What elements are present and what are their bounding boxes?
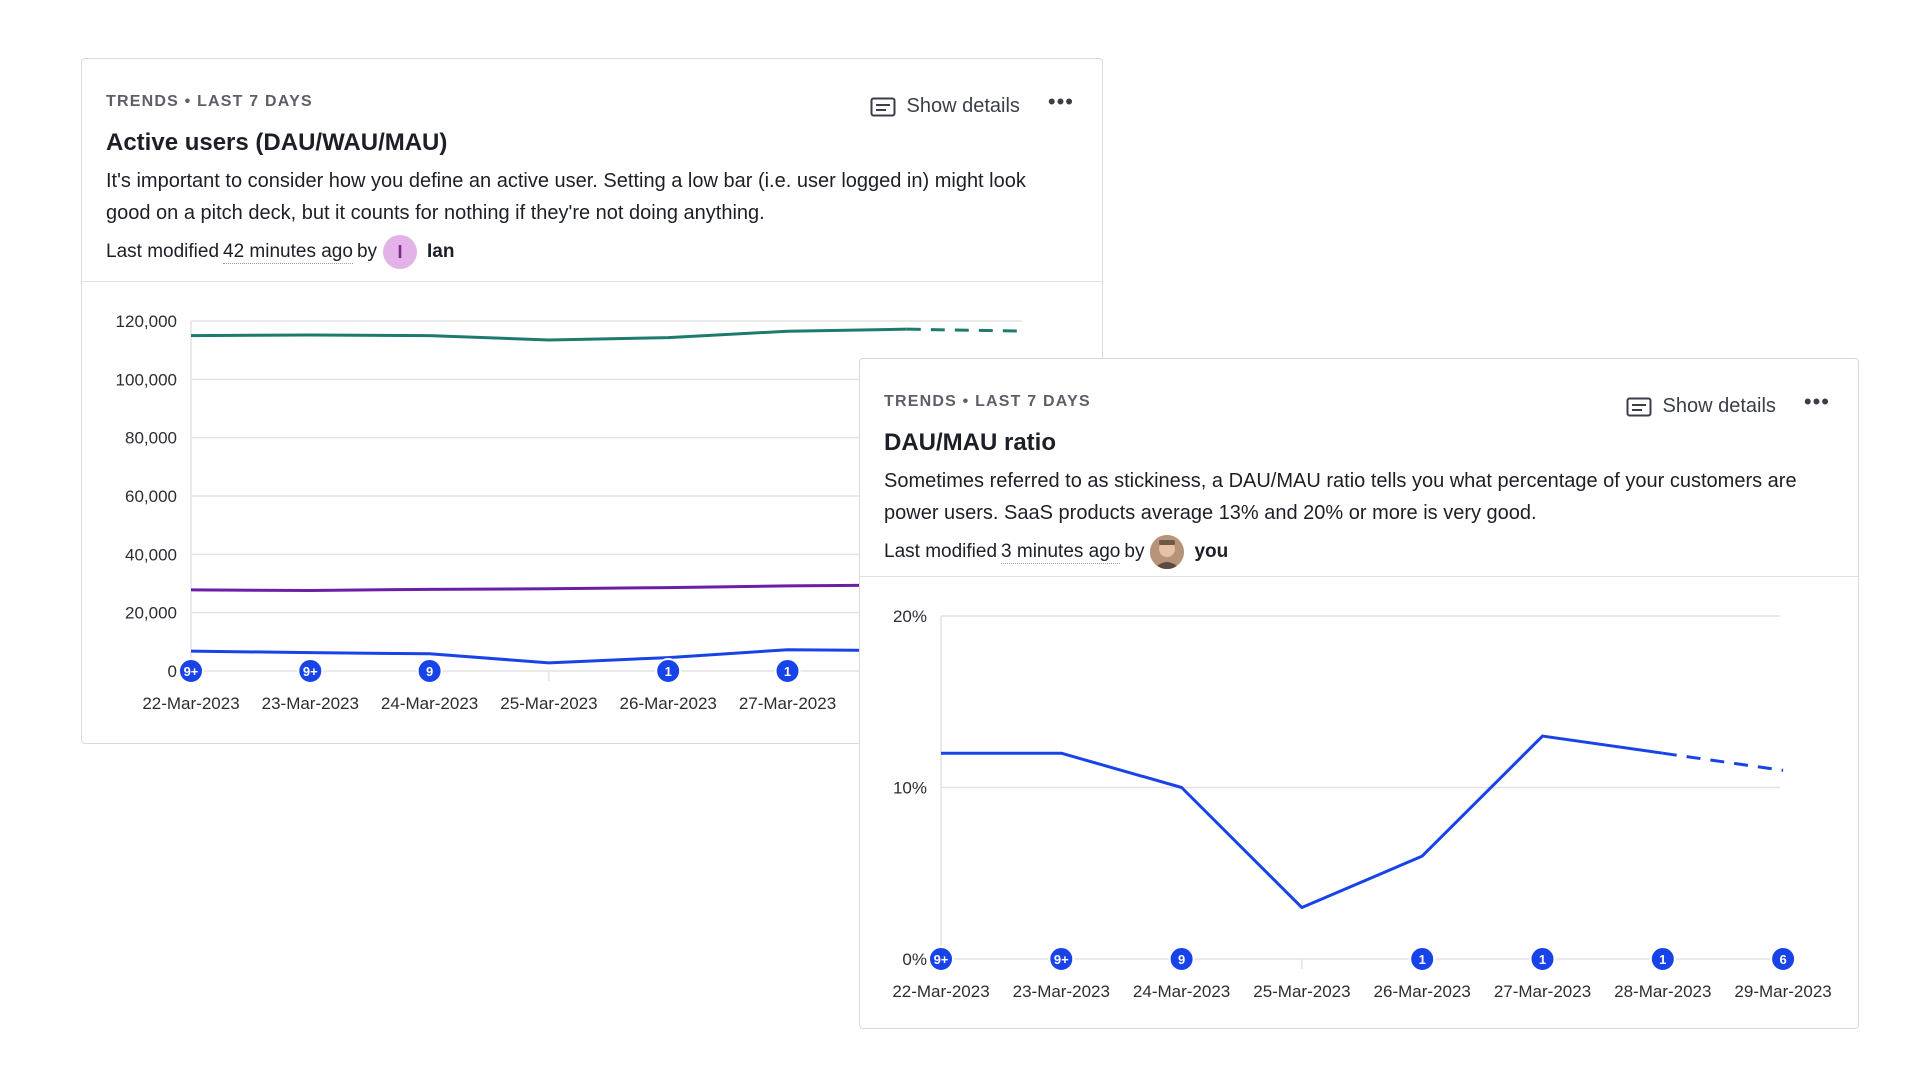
- x-tick-label: 29-Mar-2023: [1734, 982, 1831, 1001]
- insight-card-dau-mau-ratio: TRENDS • LAST 7 DAYS DAU/MAU ratio Somet…: [859, 358, 1859, 1029]
- annotation-count: 9+: [184, 664, 199, 679]
- x-tick-label: 27-Mar-2023: [1494, 982, 1591, 1001]
- x-tick-label: 23-Mar-2023: [1013, 982, 1110, 1001]
- y-tick-label: 60,000: [125, 487, 177, 506]
- y-tick-label: 10%: [893, 779, 927, 798]
- y-tick-label: 80,000: [125, 429, 177, 448]
- annotation-count: 6: [1779, 952, 1786, 967]
- x-tick-label: 26-Mar-2023: [1374, 982, 1471, 1001]
- x-tick-label: 28-Mar-2023: [1614, 982, 1711, 1001]
- x-tick-label: 22-Mar-2023: [892, 982, 989, 1001]
- x-tick-label: 23-Mar-2023: [262, 694, 359, 713]
- dau-mau-ratio-chart: 0% 10% 20% 22-Mar-2023 23-Mar-2023 24-Mar-202…: [892, 607, 1831, 1001]
- y-tick-label: 120,000: [116, 312, 177, 331]
- x-tick-label: 27-Mar-2023: [739, 694, 836, 713]
- annotation-count: 9+: [303, 664, 318, 679]
- y-tick-label: 0%: [902, 950, 927, 969]
- x-tick-label: 25-Mar-2023: [1253, 982, 1350, 1001]
- annotation-count: 1: [665, 664, 672, 679]
- annotation-count: 9+: [1054, 952, 1069, 967]
- x-tick-label: 26-Mar-2023: [620, 694, 717, 713]
- annotation-count: 9: [1178, 952, 1185, 967]
- y-tick-label: 100,000: [116, 370, 177, 389]
- series-line: [941, 734, 1664, 910]
- x-tick-label: 25-Mar-2023: [500, 694, 597, 713]
- annotation-count: 1: [1539, 952, 1546, 967]
- series-line-incomplete: [906, 327, 1027, 333]
- series-line: [190, 648, 907, 665]
- series-line-incomplete: [1662, 751, 1784, 772]
- series-line: [190, 327, 907, 342]
- y-tick-label: 20,000: [125, 604, 177, 623]
- annotation-count: 1: [784, 664, 791, 679]
- annotation-count: 9+: [934, 952, 949, 967]
- y-tick-label: 0: [168, 662, 177, 681]
- y-tick-label: 40,000: [125, 545, 177, 564]
- x-tick-label: 24-Mar-2023: [1133, 982, 1230, 1001]
- annotation-count: 1: [1419, 952, 1426, 967]
- series-line: [190, 583, 907, 592]
- x-tick-label: 22-Mar-2023: [142, 694, 239, 713]
- x-tick-label: 24-Mar-2023: [381, 694, 478, 713]
- annotation-count: 9: [426, 664, 433, 679]
- y-tick-label: 20%: [893, 607, 927, 626]
- annotation-count: 1: [1659, 952, 1666, 967]
